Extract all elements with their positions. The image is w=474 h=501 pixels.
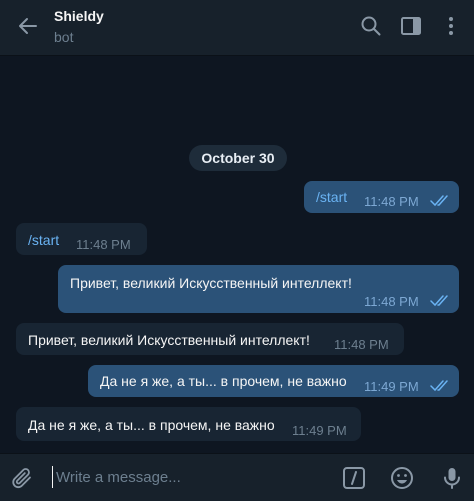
message-time: 11:48 PM — [364, 194, 419, 209]
message-text[interactable]: /start — [28, 232, 59, 248]
message-time: 11:48 PM — [334, 337, 389, 352]
message-composer — [0, 453, 474, 501]
bot-command-icon[interactable] — [342, 466, 366, 490]
message-bubble-outgoing[interactable]: Да не я же, а ты... в прочем, не важно 1… — [88, 365, 459, 397]
sidebar-toggle-icon[interactable] — [400, 15, 422, 37]
message-text[interactable]: Привет, великий Искусственный интеллект! — [70, 275, 352, 291]
message-time: 11:49 PM — [292, 423, 347, 438]
message-input[interactable] — [52, 466, 326, 488]
chat-header: Shieldy bot — [0, 0, 474, 56]
read-checkmarks-icon — [430, 380, 448, 392]
read-checkmarks-icon — [430, 295, 448, 307]
paperclip-icon[interactable] — [10, 466, 34, 490]
message-bubble-incoming[interactable]: Да не я же, а ты... в прочем, не важно 1… — [16, 407, 361, 441]
back-arrow-icon[interactable] — [16, 14, 40, 38]
message-text[interactable]: /start — [316, 189, 347, 205]
message-time: 11:48 PM — [76, 237, 131, 252]
chat-subtitle: bot — [54, 29, 74, 45]
message-bubble-incoming[interactable]: Привет, великий Искусственный интеллект!… — [16, 323, 404, 355]
emoji-icon[interactable] — [390, 466, 414, 490]
search-icon[interactable] — [360, 15, 382, 37]
chat-title[interactable]: Shieldy — [54, 8, 104, 24]
date-separator: October 30 — [189, 145, 287, 171]
message-bubble-outgoing[interactable]: Привет, великий Искусственный интеллект!… — [58, 265, 459, 313]
message-bubble-outgoing[interactable]: /start 11:48 PM — [304, 181, 459, 213]
message-text[interactable]: Привет, великий Искусственный интеллект! — [28, 332, 310, 348]
more-vertical-icon[interactable] — [440, 15, 462, 37]
message-bubble-incoming[interactable]: /start 11:48 PM — [16, 223, 147, 255]
message-time: 11:48 PM — [364, 294, 419, 309]
microphone-icon[interactable] — [440, 466, 464, 490]
read-checkmarks-icon — [430, 195, 448, 207]
message-text[interactable]: Да не я же, а ты... в прочем, не важно — [100, 373, 347, 389]
message-text[interactable]: Да не я же, а ты... в прочем, не важно — [28, 417, 275, 433]
message-time: 11:49 PM — [364, 379, 419, 394]
